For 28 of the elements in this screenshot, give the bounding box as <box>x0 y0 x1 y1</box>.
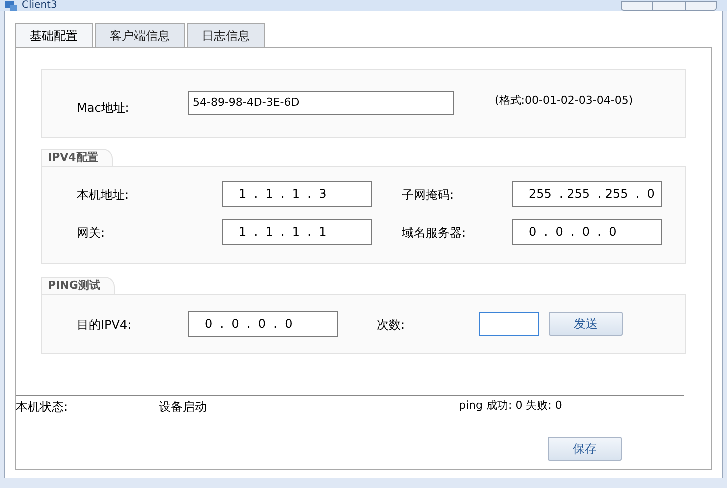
status-label: 本机状态: <box>16 399 70 416</box>
ip-address-field[interactable]: 1 . 1 . 1 . 1 <box>222 219 372 245</box>
tab[interactable]: 基础配置 <box>15 23 93 47</box>
mac-address-field[interactable]: 54-89-98-4D-3E-6D <box>188 91 454 115</box>
field-label: 网关: <box>77 226 106 240</box>
count-field[interactable] <box>479 312 539 336</box>
close-button[interactable] <box>685 0 717 10</box>
ip-address-field[interactable]: 0 . 0 . 0 . 0 <box>188 311 338 337</box>
format-hint: (格式:00-01-02-03-04-05) <box>495 93 634 109</box>
send-button[interactable]: 发送 <box>549 312 623 336</box>
ip-address-field[interactable]: 1 . 1 . 1 . 3 <box>222 181 372 207</box>
window-title: Client3 <box>22 0 58 11</box>
field-label: 次数: <box>377 318 406 332</box>
tab[interactable]: 日志信息 <box>187 23 265 47</box>
ping-result: ping 成功: 0 失败: 0 <box>459 398 562 414</box>
field-label: 子网掩码: <box>402 188 454 202</box>
field-label: 本机地址: <box>77 188 130 202</box>
minimize-button[interactable] <box>621 0 653 10</box>
field-label: 域名服务器: <box>402 226 466 240</box>
computer-icon <box>4 0 18 10</box>
field-label: Mac地址: <box>77 101 130 115</box>
ip-address-field[interactable]: 255 . 255 . 255 . 0 <box>512 181 662 207</box>
ip-address-field[interactable]: 0 . 0 . 0 . 0 <box>512 219 662 245</box>
field-label: 目的IPV4: <box>77 318 132 332</box>
tab[interactable]: 客户端信息 <box>95 23 185 47</box>
save-button[interactable]: 保存 <box>548 437 622 461</box>
status-value: 设备启动 <box>159 399 208 416</box>
maximize-button[interactable] <box>653 0 685 10</box>
